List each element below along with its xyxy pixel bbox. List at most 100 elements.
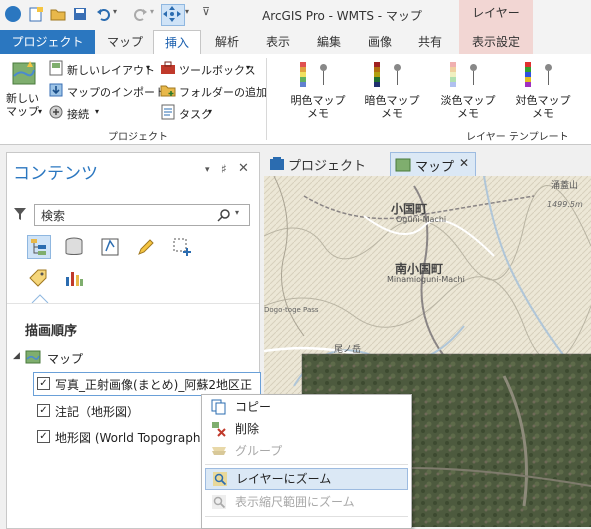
map-tab-icon xyxy=(395,158,411,172)
new-project-icon[interactable] xyxy=(28,6,44,22)
tools-divider xyxy=(7,303,259,304)
list-by-drawing-order-icon[interactable] xyxy=(27,235,51,259)
tab-insert[interactable]: 挿入 xyxy=(153,30,201,56)
list-by-chart-icon[interactable] xyxy=(63,267,85,289)
undo-dropdown-icon[interactable]: ▾ xyxy=(113,7,117,16)
layer-template-button-2[interactable]: 暗色マップ メモ xyxy=(362,58,422,124)
delete-icon xyxy=(212,422,226,437)
window-title: ArcGIS Pro - WMTS - マップ xyxy=(262,9,422,23)
layer-template-button-1[interactable]: 明色マップ メモ xyxy=(288,58,348,124)
pane-options-icon[interactable]: ▾ xyxy=(205,165,210,175)
menu-separator xyxy=(205,464,408,465)
menu-label-delete: 削除 xyxy=(235,422,260,436)
redo-icon[interactable] xyxy=(132,6,148,22)
menu-label-zoom-to-scale: 表示縮尺範囲にズーム xyxy=(235,495,355,509)
context-tab-header: レイヤー xyxy=(459,0,533,30)
menu-item-copy[interactable]: コピー xyxy=(205,396,408,418)
filter-icon[interactable] xyxy=(13,207,27,221)
layer-context-menu: コピー 削除 グループ レイヤーにズーム 表示縮尺範囲にズーム xyxy=(201,394,412,529)
map-label-waitasan: 涌蓋山 xyxy=(551,181,579,191)
search-icon[interactable] xyxy=(217,208,231,222)
close-map-tab-icon[interactable]: ✕ xyxy=(459,156,469,170)
navigate-icon[interactable] xyxy=(161,4,185,26)
new-map-button[interactable]: 新しい マップ ▾ xyxy=(4,58,44,124)
map-label-minamioguni-en: Minamioguni-Machi xyxy=(387,275,465,284)
layer-label-topographic[interactable]: 地形図 (World Topographic xyxy=(55,429,210,446)
arcgis-logo-icon xyxy=(5,6,21,22)
layer-template-button-3[interactable]: 淡色マップ メモ xyxy=(438,58,498,124)
list-by-source-icon[interactable] xyxy=(63,236,85,258)
folder-icon xyxy=(160,85,176,97)
menu-item-group[interactable]: グループ xyxy=(205,440,408,462)
list-by-labeling-icon[interactable] xyxy=(27,267,49,289)
layer-checkbox-annotation[interactable]: ✓ xyxy=(37,404,50,417)
zoom-layer-icon xyxy=(213,472,227,486)
project-tab-icon xyxy=(270,157,284,170)
customize-qat-icon[interactable]: ⊽ xyxy=(202,5,210,18)
close-pane-icon[interactable]: ✕ xyxy=(238,161,249,176)
new-map-label: 新しい マップ xyxy=(6,92,39,118)
zoom-scale-icon xyxy=(212,495,226,509)
tab-appearance[interactable]: 表示設定 xyxy=(459,30,533,54)
list-by-editing-icon[interactable] xyxy=(135,236,157,258)
group-icon xyxy=(212,447,226,455)
toolbox-button[interactable]: ツールボックス xyxy=(179,62,256,78)
task-dropdown-icon[interactable]: ▾ xyxy=(208,107,212,116)
tab-analysis[interactable]: 解析 xyxy=(207,30,247,54)
draw-order-heading: 描画順序 xyxy=(25,324,78,339)
connect-dropdown-icon[interactable]: ▾ xyxy=(95,107,99,116)
pin-icon[interactable]: ♯ xyxy=(221,162,227,176)
tab-map[interactable]: マップ xyxy=(104,30,146,54)
import-map-button[interactable]: マップのインポート xyxy=(67,84,166,100)
layer-template-label: 対色マップ メモ xyxy=(515,94,571,120)
layer-checkbox-orthophoto[interactable]: ✓ xyxy=(37,377,50,390)
menu-label-zoom-to-layer: レイヤーにズーム xyxy=(236,472,332,486)
view-tab-bar: プロジェクト マップ ✕ xyxy=(264,152,591,177)
redo-dropdown-icon[interactable]: ▾ xyxy=(150,7,154,16)
map-icon xyxy=(12,61,36,85)
list-by-selection-icon[interactable] xyxy=(99,236,121,258)
tab-share[interactable]: 共有 xyxy=(410,30,450,54)
map-label-onotake: 尾ノ岳 xyxy=(334,345,362,355)
map-node-icon xyxy=(25,350,41,364)
title-bar: ▾ ▾ ▾ ⊽ ArcGIS Pro - WMTS - マップ レイヤー xyxy=(0,0,591,30)
search-options-icon[interactable]: ▾ xyxy=(235,208,239,217)
layer-checkbox-topographic[interactable]: ✓ xyxy=(37,430,50,443)
layer-label-annotation[interactable]: 注記（地形図） xyxy=(55,403,139,420)
layer-template-label: 明色マップ メモ xyxy=(290,94,346,120)
connect-icon xyxy=(49,105,63,119)
new-layout-icon xyxy=(49,60,63,76)
add-folder-button[interactable]: フォルダーの追加 xyxy=(179,84,267,100)
tab-imagery[interactable]: 画像 xyxy=(360,30,400,54)
contents-title: コンテンツ xyxy=(13,164,98,184)
tab-edit[interactable]: 編集 xyxy=(309,30,349,54)
map-node-label[interactable]: マップ xyxy=(47,350,83,367)
menu-item-zoom-to-layer[interactable]: レイヤーにズーム xyxy=(205,468,408,490)
layer-template-button-4[interactable]: 対色マップ メモ xyxy=(513,58,573,124)
open-project-icon[interactable] xyxy=(50,6,66,22)
menu-item-zoom-to-scale[interactable]: 表示縮尺範囲にズーム xyxy=(205,491,408,513)
tab-project[interactable]: プロジェクト xyxy=(0,30,95,54)
map-label-dogo-toge: Dogo-toge Pass xyxy=(264,306,319,314)
toolbox-dropdown-icon[interactable]: ▾ xyxy=(246,63,250,72)
tab-view[interactable]: 表示 xyxy=(258,30,298,54)
import-map-icon xyxy=(49,83,63,97)
navigate-dropdown-icon[interactable]: ▾ xyxy=(185,7,189,16)
list-by-snapping-icon[interactable] xyxy=(171,236,193,258)
menu-item-delete[interactable]: 削除 xyxy=(205,418,408,440)
undo-icon[interactable] xyxy=(96,6,112,22)
layer-template-label: 暗色マップ メモ xyxy=(364,94,420,120)
new-layout-button[interactable]: 新しいレイアウト xyxy=(67,62,155,78)
new-layout-dropdown-icon[interactable]: ▾ xyxy=(146,63,150,72)
save-icon[interactable] xyxy=(72,6,88,22)
tab-map-view[interactable]: マップ ✕ xyxy=(390,152,476,177)
map-notes-icon xyxy=(525,62,557,90)
menu-separator xyxy=(205,516,408,517)
tab-project-view[interactable]: プロジェクト xyxy=(288,155,366,174)
task-icon xyxy=(161,104,175,120)
group-label-project: プロジェクト xyxy=(108,132,168,143)
expand-map-icon[interactable]: ◢ xyxy=(13,351,20,361)
connect-button[interactable]: 接続 xyxy=(67,106,89,122)
search-input[interactable]: 検索 ▾ xyxy=(34,204,250,226)
copy-icon xyxy=(211,399,226,415)
